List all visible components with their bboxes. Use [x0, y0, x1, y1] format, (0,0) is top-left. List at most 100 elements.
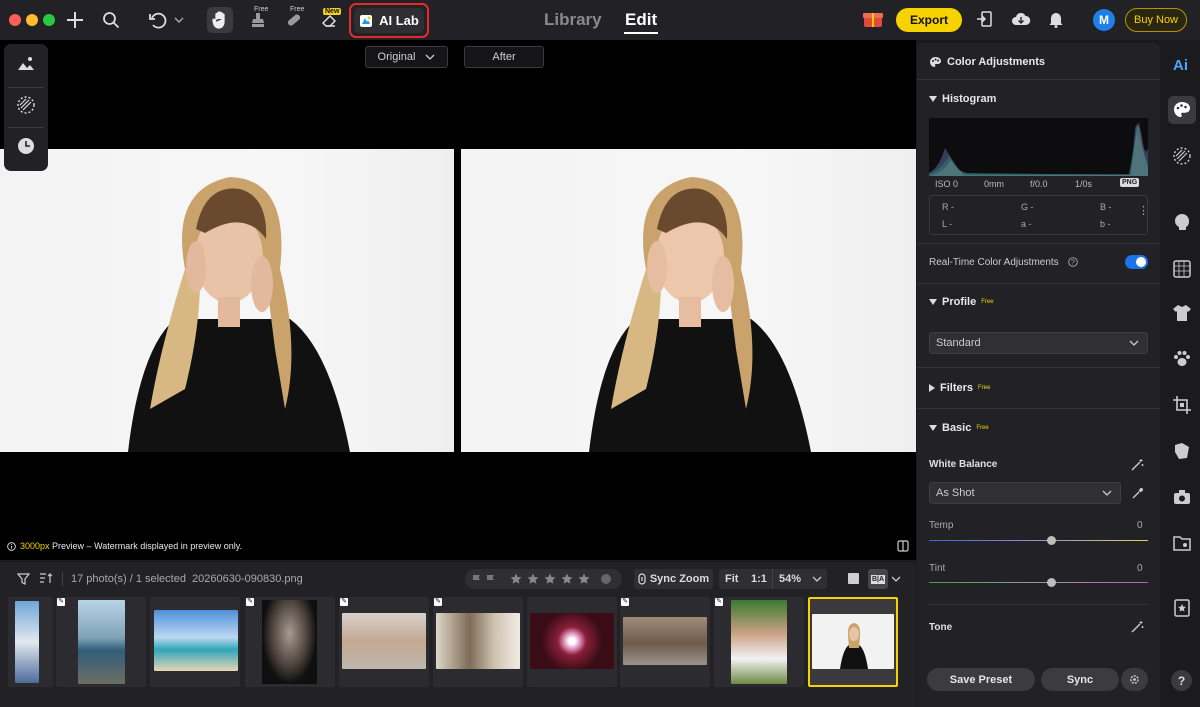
tint-slider-track[interactable] [929, 582, 1148, 583]
profile-section-header[interactable]: Profile Free [929, 296, 994, 308]
film-thumbnail[interactable]: ✎ [620, 597, 710, 687]
sort-icon[interactable] [39, 572, 53, 585]
thumbnail-image [530, 613, 614, 669]
tab-edit[interactable]: Edit [625, 10, 657, 30]
notification-bell-icon[interactable] [1048, 11, 1064, 28]
import-icon[interactable] [976, 11, 992, 27]
export-button[interactable]: Export [896, 8, 962, 32]
crop-icon[interactable] [1172, 395, 1192, 415]
film-thumbnail[interactable]: ✎ [245, 597, 335, 687]
before-photo[interactable] [0, 149, 454, 452]
film-thumbnail[interactable]: ✎ [714, 597, 804, 687]
presets-star-icon[interactable] [1172, 598, 1192, 618]
format-badge: PNG [1120, 178, 1140, 187]
save-preset-button[interactable]: Save Preset [927, 668, 1035, 691]
flag-icon[interactable] [472, 574, 482, 584]
temp-slider-track[interactable] [929, 540, 1148, 541]
texture-icon[interactable] [1172, 146, 1192, 166]
panel-title: Color Adjustments [947, 56, 1045, 68]
histogram-title: Histogram [942, 93, 997, 105]
eyedropper-icon[interactable] [1131, 487, 1144, 500]
film-thumbnail-selected[interactable] [808, 597, 898, 687]
before-after-label: B|A [870, 574, 886, 584]
chevron-down-icon [1129, 340, 1139, 346]
view-after-text: After [492, 51, 516, 63]
magic-wand-icon[interactable] [1131, 620, 1144, 633]
sync-button[interactable]: Sync [1041, 668, 1119, 691]
folder-settings-icon[interactable] [1172, 533, 1192, 553]
film-thumbnail[interactable] [8, 597, 53, 687]
film-thumbnail[interactable]: ✎ [433, 597, 523, 687]
filter-icon[interactable] [17, 573, 30, 585]
background-grid-icon[interactable] [1172, 259, 1192, 279]
help-icon[interactable]: ? [1068, 257, 1078, 267]
ai-tools-icon[interactable]: Ai [1173, 57, 1188, 74]
film-thumbnail[interactable] [527, 597, 617, 687]
one-to-one-zoom-button[interactable]: 1:1 [751, 573, 767, 585]
chevron-down-icon[interactable] [891, 576, 901, 582]
add-icon[interactable] [63, 8, 87, 32]
landscape-icon[interactable] [16, 54, 36, 74]
hand-tool-button[interactable] [207, 7, 233, 33]
tint-slider-knob[interactable] [1047, 578, 1056, 587]
basic-section-header[interactable]: Basic Free [929, 422, 989, 434]
sync-zoom-button[interactable]: Sync Zoom [634, 569, 713, 589]
basic-title: Basic [942, 422, 972, 434]
temp-slider-knob[interactable] [1047, 536, 1056, 545]
split-view-icon[interactable] [897, 540, 909, 552]
sticker-icon[interactable] [1172, 441, 1192, 461]
sync-settings-button[interactable] [1121, 668, 1148, 691]
temp-value[interactable]: 0 [1137, 520, 1143, 531]
readout-a: a - [1021, 219, 1032, 229]
ai-lab-button[interactable]: AI Lab [354, 8, 424, 33]
buy-now-button[interactable]: Buy Now [1125, 8, 1187, 32]
texture-icon[interactable] [16, 95, 36, 115]
undo-history-chevron-icon[interactable] [174, 16, 184, 24]
magic-wand-icon[interactable] [1131, 458, 1144, 471]
view-original-dropdown[interactable]: Original [365, 46, 448, 68]
body-shirt-icon[interactable] [1172, 303, 1192, 323]
film-thumbnail[interactable] [150, 597, 240, 687]
histogram-section-header[interactable]: Histogram [929, 93, 996, 105]
minimize-window-button[interactable] [26, 14, 38, 26]
fit-zoom-button[interactable]: Fit [725, 573, 738, 585]
star-icon [510, 573, 522, 584]
edited-icon: ✎ [340, 598, 348, 606]
star-rating[interactable] [510, 573, 590, 585]
filters-section-header[interactable]: Filters Free [929, 382, 990, 394]
before-after-view-button[interactable]: B|A [868, 569, 888, 589]
reject-flag-icon[interactable] [486, 574, 496, 584]
single-view-icon[interactable] [848, 573, 859, 584]
pet-paw-icon[interactable] [1172, 349, 1192, 369]
realtime-toggle[interactable] [1125, 255, 1148, 269]
close-window-button[interactable] [9, 14, 21, 26]
history-clock-icon[interactable] [16, 136, 36, 156]
after-photo[interactable] [461, 149, 916, 452]
film-thumbnail[interactable]: ✎ [56, 597, 146, 687]
tab-library[interactable]: Library [544, 10, 602, 30]
undo-icon[interactable] [146, 8, 170, 32]
white-balance-select[interactable]: As Shot [929, 482, 1121, 504]
ai-lab-icon [360, 14, 373, 27]
tint-value[interactable]: 0 [1137, 563, 1143, 574]
search-icon[interactable] [99, 8, 123, 32]
camera-icon[interactable] [1172, 487, 1192, 507]
help-button[interactable]: ? [1171, 670, 1192, 691]
color-label-icon[interactable] [601, 574, 611, 584]
star-icon [544, 573, 556, 584]
gift-icon[interactable] [862, 9, 884, 29]
free-tag: Free [254, 6, 269, 13]
cloud-icon[interactable] [1011, 11, 1031, 27]
maximize-window-button[interactable] [43, 14, 55, 26]
compare-divider[interactable] [454, 149, 461, 452]
chevron-down-icon[interactable] [812, 576, 822, 582]
more-options-icon[interactable]: ⋮ [1138, 206, 1149, 217]
palette-icon [1172, 100, 1192, 120]
caret-down-icon [929, 96, 937, 102]
film-thumbnail[interactable]: ✎ [339, 597, 429, 687]
face-retouch-icon[interactable] [1172, 212, 1192, 232]
zoom-level-dropdown[interactable]: 54% [779, 573, 801, 585]
user-avatar[interactable]: M [1093, 9, 1115, 31]
toggle-knob [1136, 257, 1146, 267]
profile-select[interactable]: Standard [929, 332, 1148, 354]
